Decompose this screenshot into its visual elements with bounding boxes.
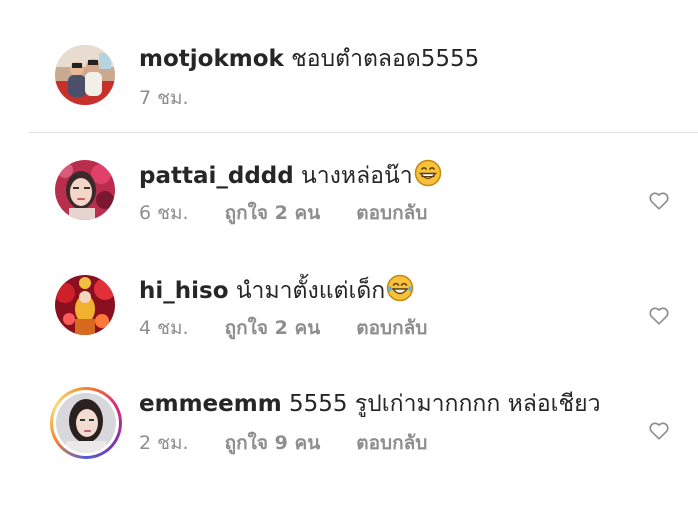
comment-text-line: pattai_dddd นางหล่อน๊า bbox=[139, 159, 442, 195]
grinning-face-icon bbox=[414, 159, 442, 195]
comment-text: นำมาตั้งแต่เด็ก bbox=[235, 278, 386, 304]
reply-button[interactable]: ตอบกลับ bbox=[356, 432, 427, 454]
avatar[interactable] bbox=[56, 393, 116, 453]
story-ring[interactable] bbox=[50, 387, 122, 459]
comment-meta: 2 ชม. ถูกใจ 9 คน ตอบกลับ bbox=[139, 431, 457, 455]
comment-list: motjokmok ชอบตำตลอด5555 7 ชม. pattai_ddd… bbox=[0, 0, 698, 511]
comment-time: 6 ชม. bbox=[139, 202, 189, 224]
comment-text: 5555 รูปเก่ามากกกก หล่อเชียว bbox=[288, 391, 601, 417]
comment-item: motjokmok ชอบตำตลอด5555 7 ชม. bbox=[0, 44, 698, 134]
avatar[interactable] bbox=[55, 45, 115, 105]
avatar[interactable] bbox=[55, 160, 115, 220]
avatar[interactable] bbox=[55, 275, 115, 335]
comment-time: 4 ชม. bbox=[139, 317, 189, 339]
comment-item: emmeemm 5555 รูปเก่ามากกกก หล่อเชียว 2 ช… bbox=[0, 387, 698, 479]
comment-time: 7 ชม. bbox=[139, 87, 189, 109]
comment-username[interactable]: motjokmok bbox=[139, 46, 284, 72]
tears-of-joy-icon bbox=[386, 274, 414, 310]
comment-item: hi_hiso นำมาตั้งแต่เด็ก 4 ชม. ถูกใจ 2 คน… bbox=[0, 274, 698, 364]
heart-icon[interactable] bbox=[648, 190, 670, 212]
heart-icon[interactable] bbox=[648, 420, 670, 442]
comment-text-line: hi_hiso นำมาตั้งแต่เด็ก bbox=[139, 274, 414, 310]
reply-button[interactable]: ตอบกลับ bbox=[356, 317, 427, 339]
reply-button[interactable]: ตอบกลับ bbox=[356, 202, 427, 224]
comment-username[interactable]: pattai_dddd bbox=[139, 163, 294, 189]
comment-text: ชอบตำตลอด5555 bbox=[291, 46, 480, 72]
comment-meta: 4 ชม. ถูกใจ 2 คน ตอบกลับ bbox=[139, 316, 457, 340]
comment-likes[interactable]: ถูกใจ 9 คน bbox=[225, 432, 321, 454]
comment-meta: 7 ชม. bbox=[139, 86, 219, 110]
comment-likes[interactable]: ถูกใจ 2 คน bbox=[225, 202, 321, 224]
comment-text-line: motjokmok ชอบตำตลอด5555 bbox=[139, 44, 479, 74]
comment-text-line: emmeemm 5555 รูปเก่ามากกกก หล่อเชียว bbox=[139, 389, 601, 419]
divider bbox=[29, 132, 698, 133]
heart-icon[interactable] bbox=[648, 305, 670, 327]
comment-likes[interactable]: ถูกใจ 2 คน bbox=[225, 317, 321, 339]
comment-username[interactable]: emmeemm bbox=[139, 391, 282, 417]
comment-text: นางหล่อน๊า bbox=[301, 163, 413, 189]
comment-time: 2 ชม. bbox=[139, 432, 189, 454]
comment-username[interactable]: hi_hiso bbox=[139, 278, 229, 304]
comment-item: pattai_dddd นางหล่อน๊า 6 ชม. ถูกใจ 2 คน … bbox=[0, 159, 698, 249]
comment-meta: 6 ชม. ถูกใจ 2 คน ตอบกลับ bbox=[139, 201, 457, 225]
